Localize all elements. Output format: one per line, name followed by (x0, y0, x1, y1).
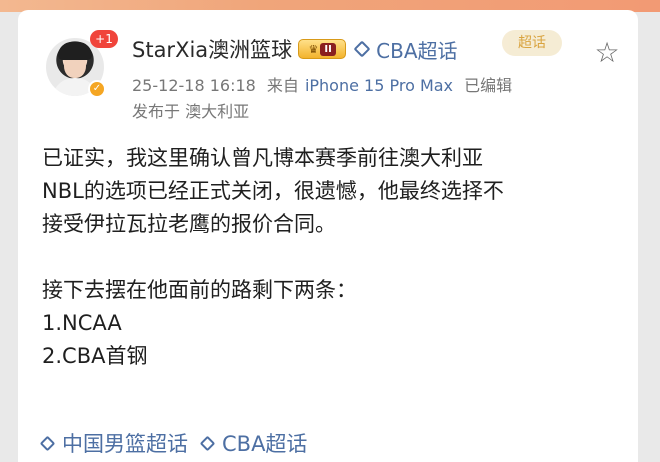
level-badge[interactable]: ♛ II (298, 39, 347, 59)
star-icon[interactable]: ☆ (592, 38, 622, 68)
topic-badge: 超话 (502, 30, 562, 56)
username[interactable]: StarXia澳洲篮球 (132, 34, 292, 64)
topic-link-cba[interactable]: CBA超话 (199, 428, 308, 458)
topic-links: 中国男篮超话 CBA超话 (39, 428, 321, 458)
header-topic-label: CBA超话 (376, 38, 458, 63)
diamond-icon (199, 435, 216, 451)
location: 发布于 澳大利亚 (132, 102, 250, 121)
verified-icon: ✓ (88, 80, 106, 98)
source-prefix: 来自 (266, 76, 299, 95)
body-line: 已证实，我这里确认曾凡博本赛季前往澳大利亚 (42, 146, 483, 170)
body-line: NBL的选项已经正式关闭，很遗憾，他最终选择不 (42, 179, 504, 203)
avatar-hair (58, 42, 92, 60)
post-card: +1 ✓ StarXia澳洲篮球 ♛ II CBA超话 超话 ☆ 25-12-1… (18, 10, 638, 462)
level-label: II (320, 42, 336, 56)
header-topic-link[interactable]: CBA超话 (353, 35, 458, 64)
meta-row: 25-12-18 16:18 来自 iPhone 15 Pro Max 已编辑 (132, 72, 518, 96)
diamond-icon (353, 40, 371, 58)
body-line: 接下去摆在他面前的路剩下两条： (42, 278, 357, 302)
post-body: 已证实，我这里确认曾凡博本赛季前往澳大利亚 NBL的选项已经正式关闭，很遗憾，他… (42, 142, 632, 373)
body-line: 接受伊拉瓦拉老鹰的报价合同。 (42, 212, 336, 236)
body-line: 1.NCAA (42, 311, 122, 335)
device-link[interactable]: iPhone 15 Pro Max (305, 76, 453, 95)
body-line: 2.CBA首钢 (42, 344, 148, 368)
notification-badge: +1 (90, 30, 118, 48)
diamond-icon (39, 435, 56, 451)
topic-link-china-mens-basketball[interactable]: 中国男篮超话 (39, 428, 188, 458)
timestamp: 25-12-18 16:18 (132, 76, 256, 95)
edited-label: 已编辑 (464, 76, 513, 95)
topic-label: 中国男篮超话 (62, 432, 188, 456)
topic-label: CBA超话 (222, 432, 308, 456)
author-row: StarXia澳洲篮球 ♛ II CBA超话 (132, 34, 458, 64)
crown-icon: ♛ (308, 42, 319, 56)
